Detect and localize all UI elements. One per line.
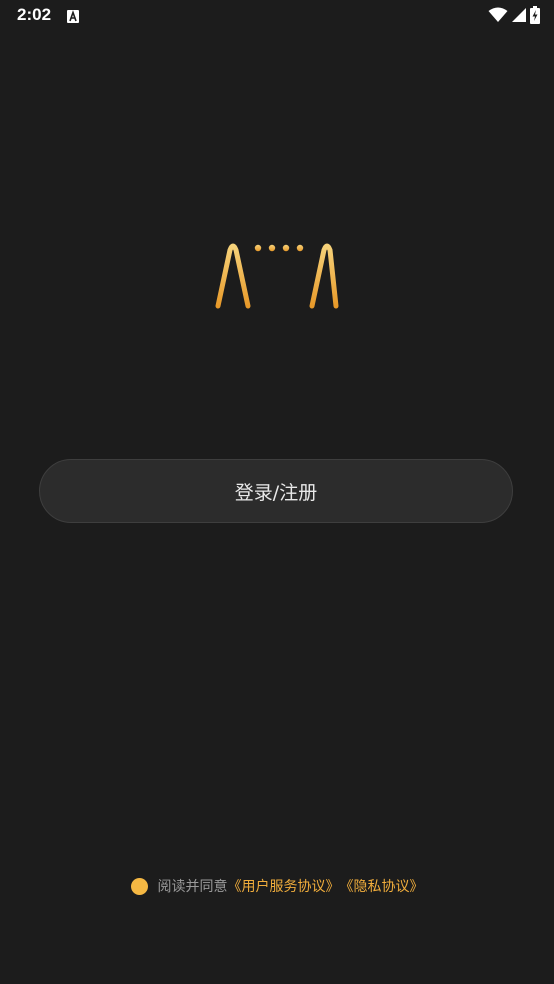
wifi-icon xyxy=(488,7,508,23)
status-icons xyxy=(488,5,540,25)
login-register-button[interactable]: 登录/注册 xyxy=(39,459,513,523)
login-register-label: 登录/注册 xyxy=(234,481,318,504)
agreement-prefix: 阅读并同意 xyxy=(157,879,228,895)
login-screen: 2:02 登录/注册 阅读并同意 《用户服务协议》 《隐私协议》 xyxy=(0,0,554,984)
status-time: 2:02 xyxy=(17,5,52,24)
user-agreement-link[interactable]: 《用户服务协议》 xyxy=(228,876,340,896)
status-bar: 2:02 xyxy=(0,0,554,32)
battery-charging-icon xyxy=(530,6,540,24)
agree-checkbox[interactable] xyxy=(130,877,148,895)
app-logo xyxy=(212,238,342,312)
privacy-policy-link[interactable]: 《隐私协议》 xyxy=(340,876,424,896)
agreement-row: 阅读并同意 《用户服务协议》 《隐私协议》 xyxy=(0,874,554,898)
font-a-icon xyxy=(67,8,79,23)
cell-signal-icon xyxy=(512,8,526,22)
